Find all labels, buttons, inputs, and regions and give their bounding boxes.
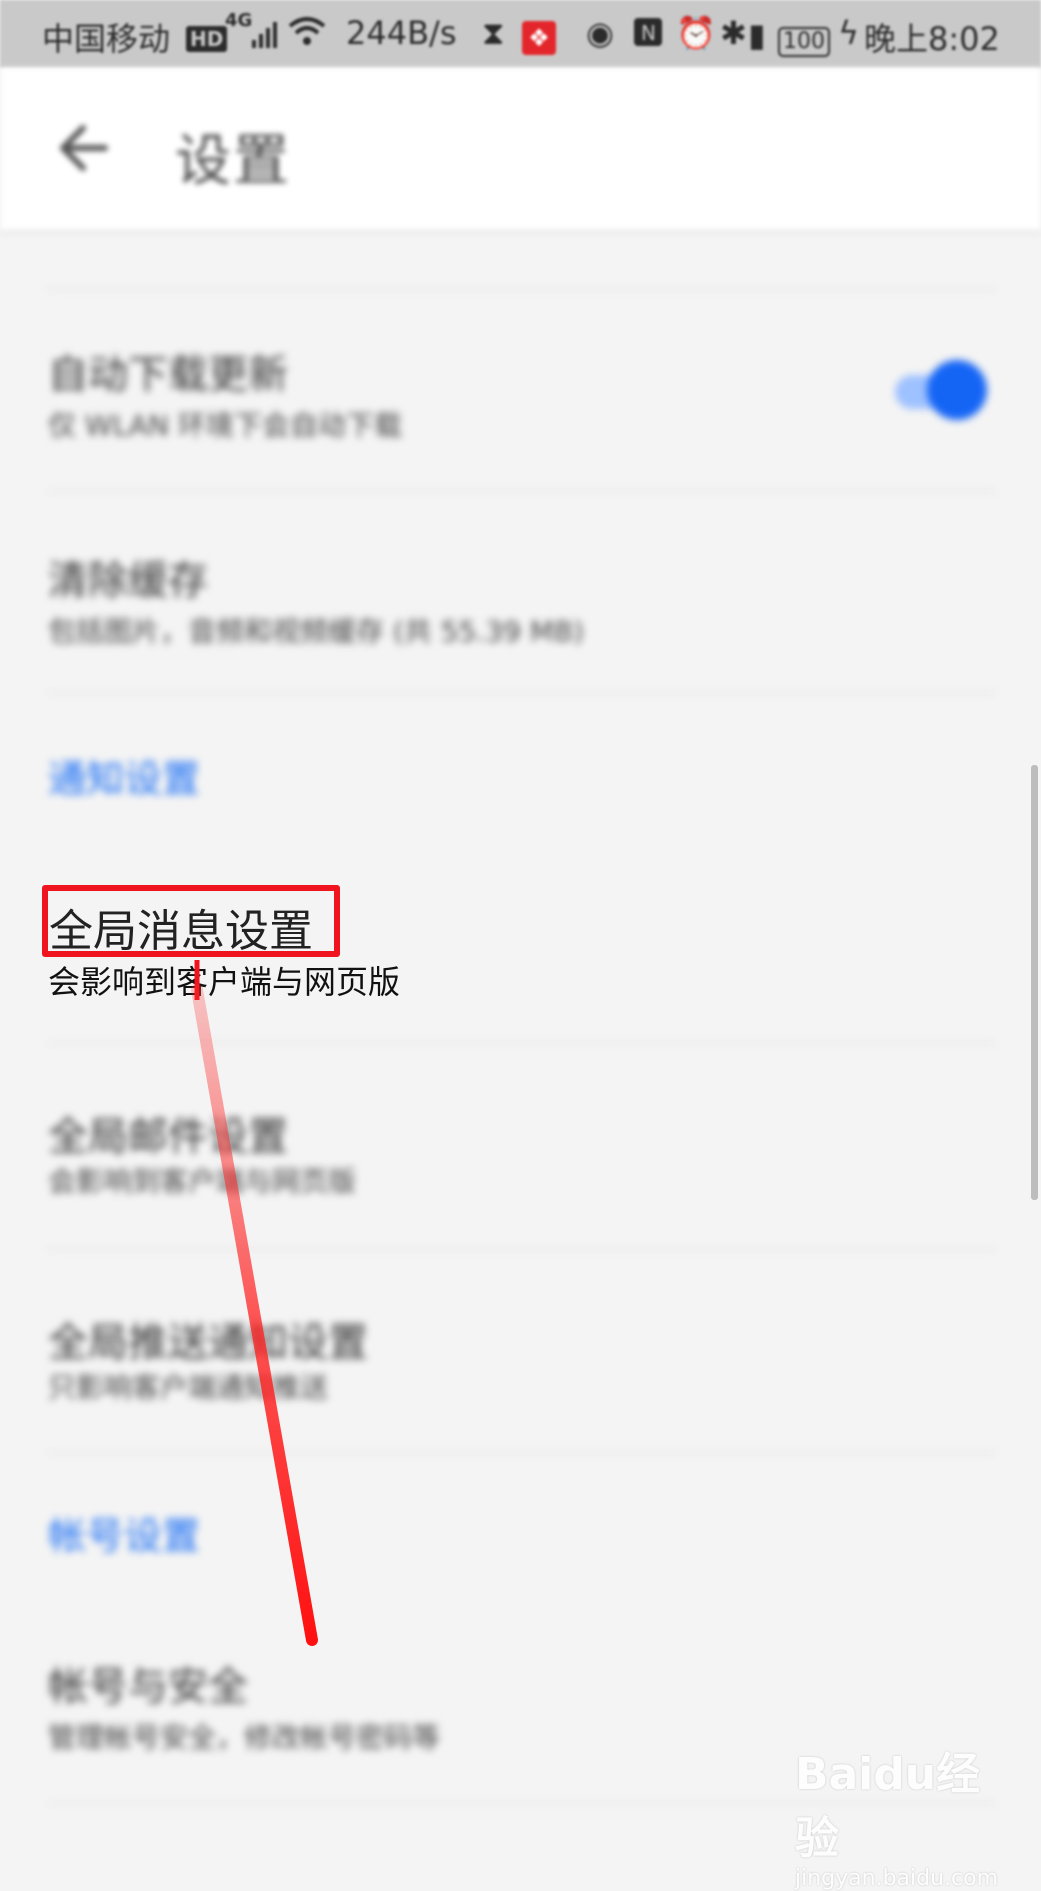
divider <box>48 1452 996 1454</box>
back-arrow-icon[interactable] <box>55 120 111 176</box>
watermark-url: jingyan.baidu.com <box>795 1866 999 1891</box>
status-bar: 中国移动 HD 4G 244B/s ⧗ ❖ ◉ N ⏰ ✱ ▮ 100 ϟ 晚上… <box>0 0 1041 68</box>
page-title: 设置 <box>175 129 291 194</box>
carrier-label: 中国移动 <box>42 20 171 58</box>
app-bar: 设置 <box>0 68 1041 230</box>
item-subtitle: 只影响客户端通知推送 <box>48 1371 329 1404</box>
watermark-logo: Baidu经验 <box>795 1749 981 1864</box>
auto-update-toggle[interactable] <box>895 358 987 422</box>
alarm-icon: ⏰ <box>676 14 716 52</box>
charging-icon: ϟ <box>838 14 860 52</box>
eye-icon: ◉ <box>586 14 614 52</box>
app-badge-icon: ❖ <box>522 16 556 55</box>
battery-icon: 100 <box>778 18 830 57</box>
divider <box>48 692 996 694</box>
item-title: 帐号与安全 <box>48 1664 248 1710</box>
wifi-icon <box>288 16 326 54</box>
item-title: 清除缓存 <box>48 558 208 604</box>
time-label: 晚上8:02 <box>864 20 1000 58</box>
item-subtitle: 管理帐号安全，修改帐号密码等 <box>48 1721 441 1754</box>
bluetooth-icon: ✱ <box>720 14 747 52</box>
clear-cache-item[interactable]: 清除缓存 包括图片，音频和视频缓存 (共 55.39 MB) <box>0 492 1041 692</box>
item-title: 全局推送通知设置 <box>48 1320 368 1366</box>
baidu-watermark: Baidu经验 jingyan.baidu.com <box>795 1738 998 1891</box>
global-message-subtitle: 会影响到客户端与网页版 <box>48 963 401 1001</box>
hourglass-icon: ⧗ <box>482 14 505 52</box>
nfc-icon: N <box>632 16 664 56</box>
network-gen-label: 4G <box>225 10 253 31</box>
section-header-account: 帐号设置 <box>48 1514 201 1558</box>
speed-label: 244B/s <box>346 14 457 52</box>
item-title: 全局邮件设置 <box>48 1114 288 1160</box>
scrollbar[interactable] <box>1031 765 1038 1200</box>
auto-update-item[interactable]: 自动下载更新 仅 WLAN 环境下会自动下载 <box>0 290 1041 490</box>
svg-text:N: N <box>641 21 656 45</box>
section-header-notifications: 通知设置 <box>48 757 201 801</box>
hd-badge: HD <box>186 18 228 56</box>
global-push-item[interactable]: 全局推送通知设置 只影响客户端通知推送 <box>0 1250 1041 1450</box>
item-subtitle: 仅 WLAN 环境下会自动下载 <box>48 409 402 442</box>
highlight-box <box>42 885 340 957</box>
item-subtitle: 会影响到客户端与网页版 <box>48 1165 357 1198</box>
item-title: 自动下载更新 <box>48 352 288 398</box>
signal-icon <box>250 18 280 56</box>
global-mail-item[interactable]: 全局邮件设置 会影响到客户端与网页版 <box>0 1044 1041 1244</box>
item-subtitle: 包括图片，音频和视频缓存 (共 55.39 MB) <box>48 615 585 648</box>
battery-small-icon: ▮ <box>748 16 766 54</box>
